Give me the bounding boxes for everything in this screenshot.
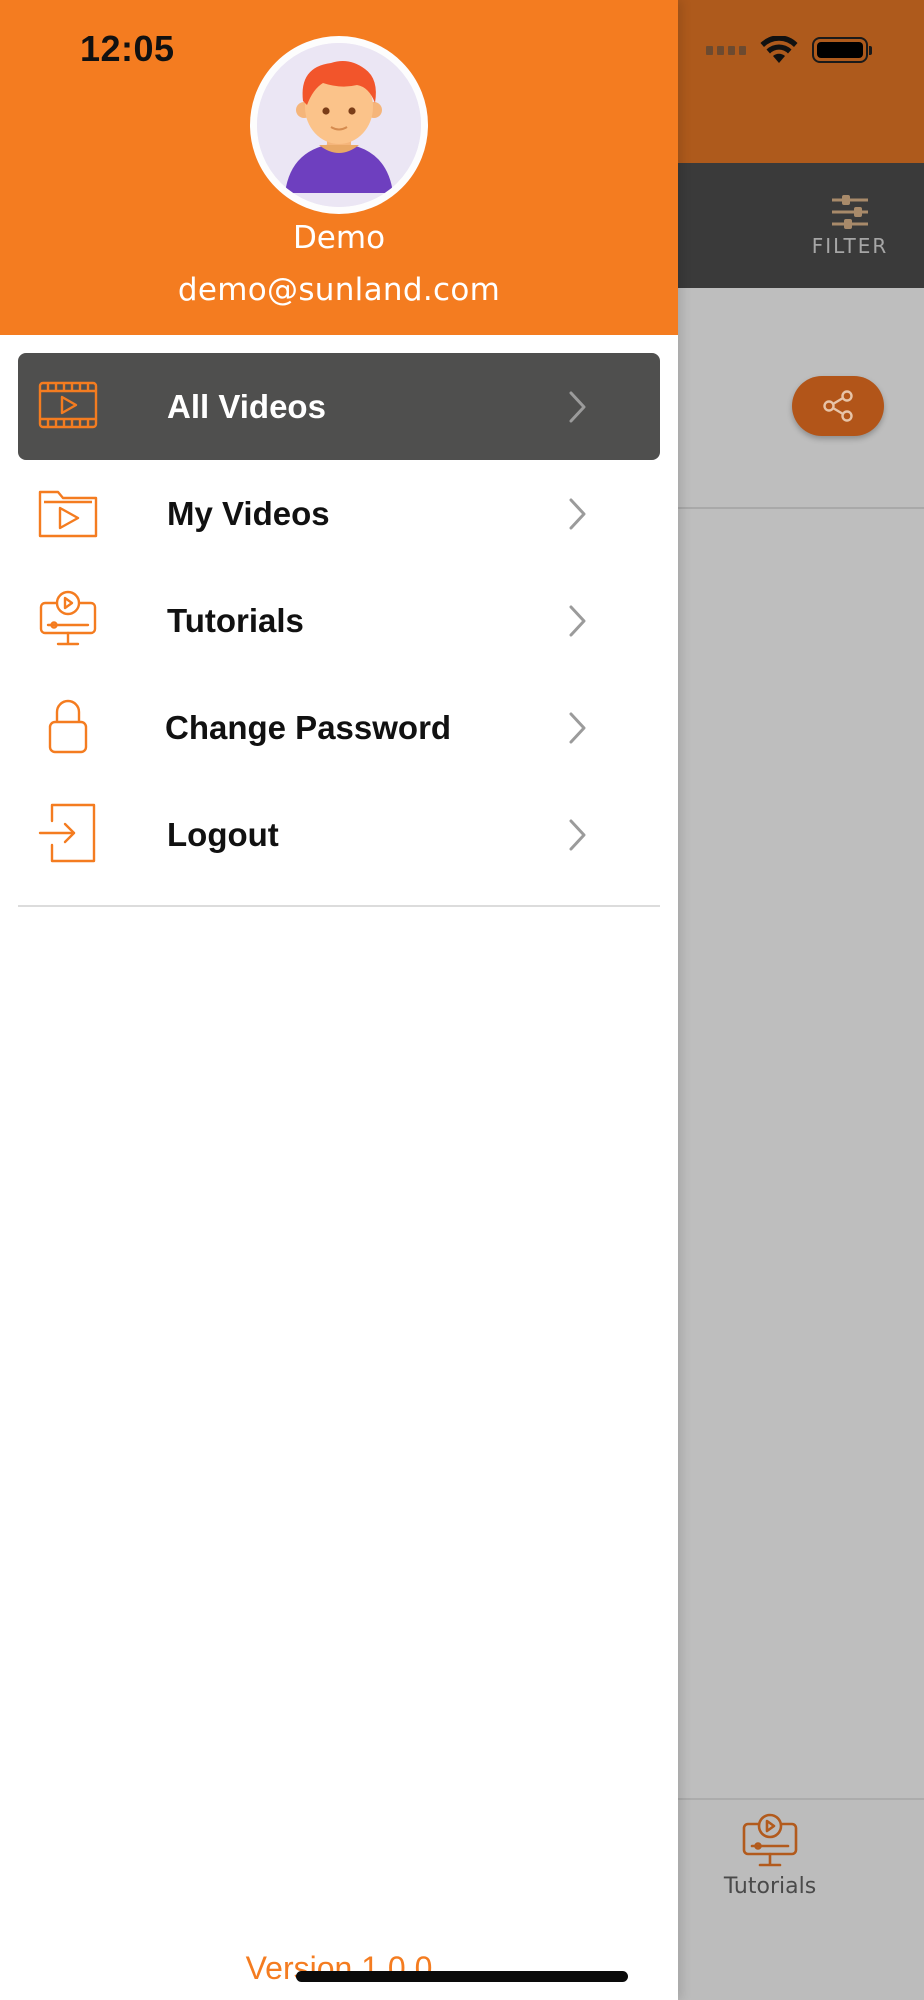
- navigation-drawer: 12:05 Demo demo@sunland.com All Videos M…: [0, 0, 678, 2000]
- menu-item-label: All Videos: [167, 388, 326, 425]
- video-folder-icon: [38, 482, 98, 542]
- menu-item-my-videos[interactable]: My Videos: [18, 460, 660, 567]
- tab-tutorials-label: Tutorials: [723, 1874, 817, 1899]
- status-indicators: [706, 30, 872, 70]
- menu-item-label: My Videos: [167, 495, 330, 532]
- menu-item-label: Change Password: [165, 709, 452, 746]
- film-icon: [38, 375, 98, 435]
- share-button[interactable]: [792, 376, 884, 436]
- wifi-icon: [760, 36, 798, 63]
- drawer-header: 12:05 Demo demo@sunland.com: [0, 0, 678, 335]
- drawer-menu: All Videos My Videos Tutorials Change Pa…: [18, 353, 660, 888]
- chevron-right-icon: [569, 712, 586, 744]
- background-divider: [678, 507, 924, 509]
- cellular-signal-icon: [706, 45, 746, 55]
- menu-item-change-password[interactable]: Change Password: [18, 674, 660, 781]
- filter-label: FILTER: [811, 234, 889, 258]
- user-avatar-icon: [257, 43, 421, 207]
- tab-tutorials[interactable]: Tutorials: [700, 1812, 840, 1899]
- chevron-right-icon: [569, 391, 586, 423]
- menu-item-all-videos[interactable]: All Videos: [18, 353, 660, 460]
- user-name: Demo: [292, 220, 386, 256]
- chevron-right-icon: [569, 819, 586, 851]
- menu-item-logout[interactable]: Logout: [18, 781, 660, 888]
- chevron-right-icon: [569, 498, 586, 530]
- lock-icon: [38, 696, 98, 756]
- avatar: [250, 36, 428, 214]
- chevron-right-icon: [569, 605, 586, 637]
- user-email: demo@sunland.com: [177, 272, 501, 308]
- menu-item-tutorials[interactable]: Tutorials: [18, 567, 660, 674]
- tutorial-monitor-icon: [742, 1813, 798, 1867]
- menu-item-label: Tutorials: [167, 602, 304, 639]
- menu-item-label: Logout: [167, 816, 279, 853]
- filter-button[interactable]: FILTER: [800, 192, 900, 262]
- menu-divider: [18, 905, 660, 907]
- tutorial-monitor-icon: [38, 589, 98, 649]
- share-icon: [823, 390, 853, 422]
- battery-icon: [812, 37, 872, 63]
- filter-icon: [832, 195, 868, 229]
- logout-icon: [38, 803, 98, 863]
- home-indicator[interactable]: [296, 1971, 628, 1982]
- status-time: 12:05: [80, 28, 175, 69]
